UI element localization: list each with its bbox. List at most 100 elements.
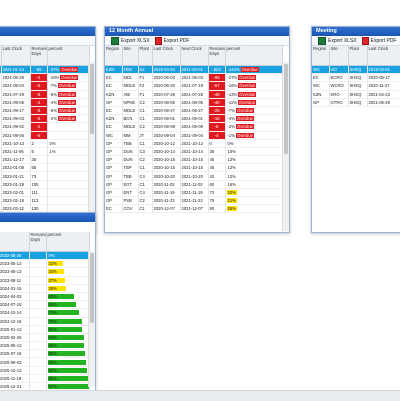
table-row[interactable]: 2025-01-13 81%	[0, 325, 90, 334]
export-xlsx-button[interactable]: Export XLSX	[318, 36, 357, 45]
export-xlsx-button[interactable]: Export XLSX	[111, 36, 150, 45]
table-row[interactable]: 2021-01-24 -96 -27% Overdue	[0, 65, 90, 75]
table-row[interactable]: WC HO SHEQ 2019-03-01	[312, 65, 400, 75]
table-row[interactable]: 2025-10-13 92%	[0, 366, 90, 375]
export-pdf-button[interactable]: Export PDF	[361, 36, 396, 45]
col-header-last-clock[interactable]: Last Clock	[1, 46, 31, 66]
table-row[interactable]: 2021-09-17 -8 -6% Overdue	[0, 106, 90, 116]
date-cell: 2025-01-13	[0, 325, 30, 334]
table-row[interactable]: EC MDLE C2 2020-09-09 2021-09-09 -6 -2% Overdue	[105, 122, 283, 132]
remaining-days-cell: -99	[208, 73, 226, 83]
table-row[interactable]: 2022-01-29 105	[0, 180, 90, 189]
table-row[interactable]: 2021-07-29 -8 -5% Overdue	[0, 90, 90, 99]
col-header-remaining-days[interactable]: Remaining Days	[30, 46, 48, 66]
col-header-percent[interactable]: percent	[225, 46, 283, 66]
table-row[interactable]: 2024-07-16 65%	[0, 300, 90, 310]
table-row[interactable]: 2025-09-03 90%	[0, 357, 90, 367]
col-header-last-clock[interactable]: Last Clock	[152, 46, 181, 66]
table-row[interactable]: 2024-04-03 60%	[0, 292, 90, 302]
table-row[interactable]: 2021-09-03 -5 -2% Overdue	[0, 114, 90, 124]
table-row[interactable]: 2021-09-02 -2	[0, 122, 90, 132]
col-header-region[interactable]: Region	[312, 46, 330, 66]
table-row[interactable]: GP NPKB C2 2020-08-05 2021-08-05 -40 -11% Overd…	[105, 98, 283, 107]
table-row[interactable]: GP PSB C2 2020-11-23 2021-11-23 75 21%	[105, 196, 283, 206]
table-row[interactable]: 2021-09-05 -5	[0, 131, 90, 140]
export-xlsx-label: Export XLSX	[121, 37, 150, 44]
plant-cell: F1	[138, 90, 153, 99]
table-row[interactable]: GP TBB C1 2020-10-12 2021-10-12 0 0%	[105, 139, 283, 148]
plant-cell: SHEQ	[348, 81, 368, 91]
col-header-site[interactable]: Site	[122, 46, 139, 66]
table-row[interactable]: WC WCRO SHEQ 2020-11-27	[312, 81, 400, 91]
col-header-next-clock[interactable]: Next Clock	[180, 46, 209, 66]
table-row[interactable]: KZN BCN C1 2020-09-01 2021-09-01 -16 -4% Overdu…	[105, 114, 283, 124]
percent-bar: 72%	[47, 310, 79, 316]
table-row[interactable]: EC MDL F1 2020-06-03 2021-06-03 -99 -27% Overdu…	[105, 73, 283, 83]
col-header-percent[interactable]: percent	[47, 46, 90, 66]
table-row[interactable]: 2021-10-13 2 0%	[0, 139, 90, 148]
panel-1-vertical-scrollbar[interactable]	[88, 62, 95, 222]
overdue-badge: Overdue	[60, 75, 79, 81]
panel-2-vertical-scrollbar[interactable]	[282, 62, 289, 231]
percent-bar: 90%	[47, 359, 86, 365]
col-header-site[interactable]: Site	[329, 46, 349, 66]
export-pdf-button[interactable]: Export PDF	[154, 36, 189, 45]
table-row[interactable]: 2021-12-17 35	[0, 155, 90, 165]
col-header-region[interactable]: Region	[105, 46, 123, 66]
table-row[interactable]: KZN KRO SHEQ 2021-04-23	[312, 90, 400, 99]
col-header-plant[interactable]: Plant	[138, 46, 153, 66]
table-row[interactable]: 2023-05-13 32%	[0, 259, 90, 269]
table-row[interactable]: 2021-11-06 5 1%	[0, 147, 90, 157]
table-row[interactable]: 2022-01-08 55	[0, 163, 90, 173]
col-header-last-clock[interactable]: Last Clock	[367, 46, 400, 66]
table-row[interactable]: EC MDLE F2 2020-06-30 2021-07-19 -57 -16% Overd…	[105, 81, 283, 91]
remaining-days-cell: 113	[30, 196, 48, 206]
table-row[interactable]: KZN TBN S2 2019-04-04 2021-04-01 -523 -144% Ove…	[105, 65, 283, 75]
table-row[interactable]: GP TBB C4 2020-10-20 2021-10-20 42 12%	[105, 171, 283, 181]
panel-4-vertical-scrollbar[interactable]	[88, 251, 95, 387]
table-row[interactable]: EC ECRO SHEQ 2020-05-17	[312, 73, 400, 83]
percent-value: -6%	[49, 108, 57, 114]
col-header-percent[interactable]: percent	[46, 232, 90, 252]
date-cell: 2023-05-13	[0, 259, 30, 269]
percent-cell: 60%	[46, 292, 90, 302]
percent-cell: -2% Overdue	[225, 122, 283, 132]
table-row[interactable]: GP GTRO SHEQ 2021-06-25	[312, 98, 400, 107]
table-row[interactable]: 2022-02-01 111	[0, 188, 90, 198]
table-row[interactable]: 2021-08-04 -5 -7% Overdue	[0, 81, 90, 91]
last-clock-cell: 2020-11-27	[367, 81, 400, 91]
table-row[interactable]: 2021-05-28 -4 -10% Overdue	[0, 73, 90, 83]
col-header-plant[interactable]: Plant	[348, 46, 368, 66]
table-row[interactable]: GP TBP C1 2020-10-15 2021-10-15 45 12%	[105, 163, 283, 173]
table-row[interactable]: 2022-02-18 113	[0, 196, 90, 206]
table-row[interactable]: 2023-06-13 34%	[0, 267, 90, 277]
table-row[interactable]: 2024-12-18 79%	[0, 317, 90, 326]
table-row[interactable]: GP DUN C2 2020-10-15 2021-10-15 45 12%	[105, 155, 283, 165]
last-clock-cell: 2020-11-02	[152, 180, 181, 189]
percent-cell: 1%	[47, 147, 90, 157]
table-row[interactable]: 2021-09-05 -4 -4% Overdue	[0, 98, 90, 107]
table-row[interactable]: KZN ABI F1 2020-07-28 2021-07-28 -48 -13% Overd…	[105, 90, 283, 99]
table-row[interactable]: 2025-02-26 84%	[0, 333, 90, 343]
table-row[interactable]: 2025-05-13 86%	[0, 341, 90, 351]
site-cell: MDLE	[122, 81, 139, 91]
table-row[interactable]: GP DUN C3 2020-10-14 2021-10-14 36 10%	[105, 147, 283, 157]
date-cell: 2023-08-11	[0, 276, 30, 285]
table-row[interactable]: 2022-08-26 0%	[0, 251, 90, 261]
table-row[interactable]: 2025-11-19 95%	[0, 374, 90, 384]
table-row[interactable]: 2025-07-18 88%	[0, 349, 90, 359]
table-row[interactable]: WC MM JT 2020-09-04 2021-09-04 -4 -1% Overdue	[105, 131, 283, 140]
percent-cell	[47, 196, 90, 206]
table-row[interactable]: 2022-01-21 73	[0, 171, 90, 181]
remaining-days-cell	[29, 292, 47, 302]
table-row[interactable]: GP EGT C1 2020-11-02 2021-11-02 60 16%	[105, 180, 283, 189]
table-row[interactable]: 2023-08-11 37%	[0, 276, 90, 285]
col-header-remaining-days[interactable]: Remaining Days	[208, 46, 226, 66]
col-header[interactable]	[0, 232, 30, 252]
col-header-remaining-days[interactable]: Remaining Days	[29, 232, 47, 252]
table-row[interactable]: GP ENT C4 2020-11-19 2021-11-19 72 20%	[105, 188, 283, 198]
table-row[interactable]: EC COV C1 2020-12-07 2021-12-07 90 25%	[105, 204, 283, 214]
table-row[interactable]: 2024-01-15 39%	[0, 284, 90, 293]
table-row[interactable]: EC MDLE C1 2020-09-27 2021-08-27 -25 -7% Overdu…	[105, 106, 283, 116]
table-row[interactable]: 2024-10-14 72%	[0, 308, 90, 318]
